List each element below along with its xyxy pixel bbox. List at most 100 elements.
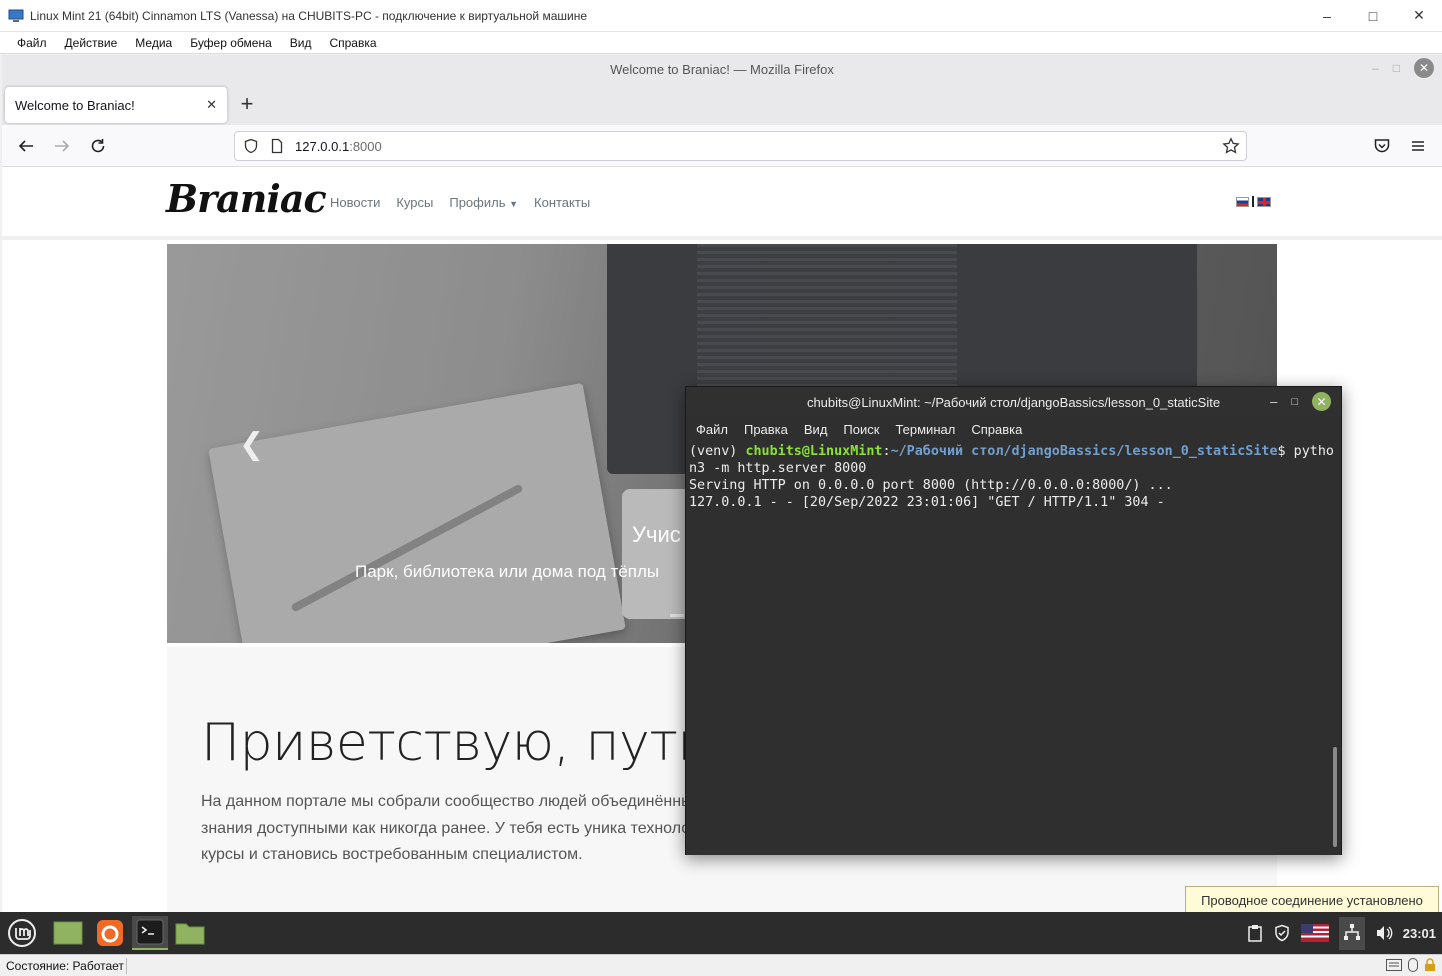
reload-icon [91,139,105,153]
statusbar-separator [126,958,127,974]
terminal-minimize-button[interactable]: – [1270,394,1277,409]
vm-menu-help[interactable]: Справка [320,36,385,50]
firefox-window-title: Welcome to Braniac! — Mozilla Firefox [610,61,834,77]
terminal-line: Serving HTTP on 0.0.0.0 port 8000 (http:… [689,478,1173,493]
forward-button[interactable] [50,134,74,158]
back-button[interactable] [14,134,38,158]
carousel-prev-icon[interactable]: ❮ [239,427,264,462]
vm-menu-view[interactable]: Вид [281,36,321,50]
nav-link-contacts[interactable]: Контакты [534,195,590,210]
hamburger-icon [1412,141,1424,151]
browser-tab[interactable]: Welcome to Braniac! ✕ [5,87,227,123]
network-button[interactable] [1338,916,1365,950]
firefox-maximize-button[interactable]: □ [1393,61,1400,75]
vm-window-title: Linux Mint 21 (64bit) Cinnamon LTS (Vane… [30,8,587,23]
tab-close-icon[interactable]: ✕ [206,97,217,113]
prompt-command: $ pytho [1277,444,1334,459]
terminal-titlebar[interactable]: chubits@LinuxMint: ~/Рабочий стол/django… [686,387,1341,417]
vm-status-text: Состояние: Работает [6,958,124,973]
vm-statusbar: Состояние: Работает [0,954,1442,976]
firefox-launcher[interactable] [92,916,128,950]
terminal-icon [136,919,164,945]
desktop-icon [53,921,83,945]
folder-icon [175,923,205,945]
carousel-caption-title: Учис [632,522,681,547]
url-port: :8000 [349,138,382,154]
files-launcher[interactable] [172,916,208,950]
terminal-menubar: Файл Правка Вид Поиск Терминал Справка [686,417,1341,441]
terminal-maximize-button[interactable]: □ [1291,396,1298,408]
vm-screen: Welcome to Braniac! — Mozilla Firefox – … [2,55,1442,912]
terminal-menu-file[interactable]: Файл [688,422,736,437]
vm-connection-icon [8,9,24,22]
vm-titlebar: Linux Mint 21 (64bit) Cinnamon LTS (Vane… [0,0,1442,32]
terminal-menu-terminal[interactable]: Терминал [887,422,963,437]
show-desktop-button[interactable] [50,916,86,950]
welcome-heading: Приветствую, путни [201,713,745,773]
terminal-menu-view[interactable]: Вид [796,422,836,437]
firefox-navbar: 127.0.0.1:8000 [2,125,1442,167]
vm-menu-file[interactable]: Файл [0,36,56,50]
page-icon[interactable] [269,138,285,154]
keyboard-icon [1386,959,1402,971]
nav-link-news[interactable]: Новости [330,195,380,210]
nav-link-profile-label: Профиль [449,195,506,210]
clipboard-icon[interactable] [1247,924,1263,942]
terminal-menu-help[interactable]: Справка [963,422,1030,437]
new-tab-button[interactable]: + [236,91,258,117]
network-tooltip: Проводное соединение установлено [1185,886,1439,914]
firefox-icon [97,920,123,946]
terminal-launcher[interactable] [132,916,168,950]
carousel-caption-text: Парк, библиотека или дома под тёплы [355,562,660,581]
terminal-close-button[interactable]: ✕ [1312,392,1331,411]
gb-flag-icon[interactable] [1257,196,1271,207]
us-keyboard-layout-icon[interactable] [1300,924,1329,942]
mouse-icon [1408,958,1418,972]
close-button[interactable]: ✕ [1396,0,1442,32]
language-switcher [1236,196,1271,207]
vm-menu-clipboard[interactable]: Буфер обмена [181,36,281,50]
nav-link-profile[interactable]: Профиль ▼ [449,195,518,210]
nav-link-courses[interactable]: Курсы [396,195,433,210]
menu-button[interactable] [1406,134,1430,158]
volume-icon[interactable] [1375,924,1393,942]
prompt-colon: : [882,444,891,459]
minimize-button[interactable]: – [1304,0,1350,32]
terminal-menu-edit[interactable]: Правка [736,422,796,437]
firefox-minimize-button[interactable]: – [1372,61,1379,75]
terminal-line: n3 -m http.server 8000 [689,461,867,476]
pocket-button[interactable] [1370,134,1394,158]
forward-arrow-icon [55,140,70,152]
update-shield-icon[interactable] [1273,924,1291,942]
system-tray: 23:01 [1247,912,1442,954]
site-brand-logo[interactable]: Braniac [166,176,327,221]
prompt-path: ~/Рабочий стол/djangoBassics/lesson_0_st… [890,444,1278,459]
vm-menubar: Файл Действие Медиа Буфер обмена Вид Спр… [0,32,1442,54]
bookmark-star-icon[interactable] [1222,137,1240,155]
address-bar[interactable]: 127.0.0.1:8000 [234,131,1247,161]
vm-menu-media[interactable]: Медиа [126,36,181,50]
dropdown-caret-icon: ▼ [509,199,519,209]
firefox-titlebar: Welcome to Braniac! — Mozilla Firefox – … [2,55,1442,83]
terminal-title: chubits@LinuxMint: ~/Рабочий стол/django… [806,394,1221,410]
terminal-menu-search[interactable]: Поиск [835,422,887,437]
network-wired-icon [1343,923,1360,940]
flag-separator [1252,196,1254,207]
back-arrow-icon [18,140,33,152]
firefox-close-button[interactable]: ✕ [1414,58,1434,78]
linux-mint-logo-icon [8,919,36,947]
vm-menu-action[interactable]: Действие [56,36,127,50]
desktop-root: Linux Mint 21 (64bit) Cinnamon LTS (Vane… [0,0,1442,976]
ru-flag-icon[interactable] [1236,196,1249,207]
reload-button[interactable] [86,134,110,158]
mint-menu-button[interactable] [4,916,40,950]
carousel-indicator[interactable] [670,614,684,617]
shield-icon[interactable] [243,138,259,154]
terminal-line: 127.0.0.1 - - [20/Sep/2022 23:01:06] "GE… [689,495,1165,510]
clock[interactable]: 23:01 [1403,926,1436,941]
prompt-venv: (venv) [689,444,746,459]
maximize-button[interactable]: □ [1350,0,1396,32]
terminal-scrollbar[interactable] [1333,747,1337,847]
tab-title: Welcome to Braniac! [15,97,135,113]
terminal-output[interactable]: (venv) chubits@LinuxMint:~/Рабочий стол/… [686,441,1341,855]
